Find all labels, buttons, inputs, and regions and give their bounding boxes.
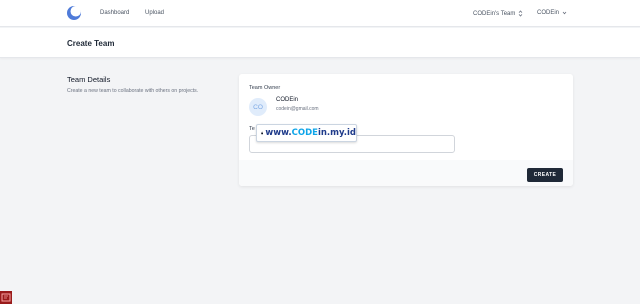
avatar: CO	[249, 98, 267, 116]
chevron-down-icon	[562, 11, 567, 15]
watermark-banner: www.CODEin.my.id	[256, 124, 357, 142]
team-owner-label: Team Owner	[249, 85, 281, 91]
team-switcher[interactable]: CODEin's Team	[473, 10, 523, 17]
team-switcher-label: CODEin's Team	[473, 10, 516, 17]
owner-name: CODEin	[276, 97, 299, 103]
page-header: Create Team	[0, 28, 640, 58]
top-navbar: Dashboard Upload CODEin's Team CODEin	[0, 0, 640, 27]
page-title: Create Team	[67, 39, 115, 48]
watermark-prefix: www.	[265, 128, 292, 138]
section-description: Create a new team to collaborate with ot…	[67, 88, 199, 94]
watermark-suffix: in.my.id	[317, 128, 356, 138]
corner-badge	[0, 291, 12, 304]
watermark-text: www.CODEin.my.id	[265, 128, 356, 138]
corner-logo-icon	[1, 293, 11, 302]
nav-link-upload[interactable]: Upload	[145, 10, 164, 16]
user-menu-label: CODEin	[537, 10, 560, 16]
planet-logo-icon[interactable]	[67, 6, 81, 20]
nav-link-dashboard[interactable]: Dashboard	[100, 10, 129, 16]
owner-email: codein@gmail.com	[276, 106, 319, 112]
form-footer	[239, 160, 573, 186]
create-button[interactable]: CREATE	[527, 168, 563, 182]
user-menu[interactable]: CODEin	[537, 10, 567, 16]
section-title: Team Details	[67, 75, 111, 84]
watermark-highlight: CODE	[291, 128, 318, 138]
team-name-label: Te	[249, 126, 255, 132]
lock-icon	[261, 131, 264, 135]
updown-chevron-icon	[518, 10, 523, 17]
